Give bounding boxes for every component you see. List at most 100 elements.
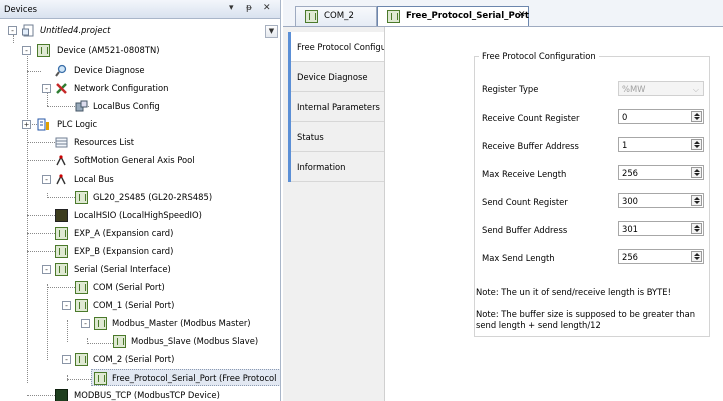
- tree-node-exp-a[interactable]: EXP_A (Expansion card): [0, 225, 280, 242]
- local-bus-icon: [55, 173, 68, 186]
- device-icon: [55, 245, 68, 258]
- tree-node-label: SoftMotion General Axis Pool: [74, 155, 195, 165]
- project-icon: [22, 24, 35, 37]
- send-count-register-field[interactable]: 300: [618, 193, 704, 208]
- tree-node-modbus-slave[interactable]: Modbus_Slave (Modbus Slave): [0, 333, 280, 350]
- max-send-length-field[interactable]: 256: [618, 249, 704, 264]
- tree-node-project[interactable]: - Untitled4.project: [0, 22, 280, 39]
- tree-node-softmotion-axis-pool[interactable]: SoftMotion General Axis Pool: [0, 152, 280, 169]
- tree-node-exp-b[interactable]: EXP_B (Expansion card): [0, 243, 280, 260]
- collapse-icon[interactable]: -: [42, 265, 51, 274]
- devices-pane-title: Devices: [4, 4, 38, 14]
- tree-node-label: EXP_A (Expansion card): [74, 228, 174, 238]
- receive-buffer-address-field[interactable]: 1: [618, 137, 704, 152]
- network-config-icon: [55, 82, 68, 95]
- pane-menu-icon[interactable]: ▾: [229, 3, 234, 13]
- tab-free-protocol-serial-port[interactable]: Free_Protocol_Serial_Port ✕: [377, 6, 529, 27]
- tree-node-label: MODBUS_TCP (ModbusTCP Device): [74, 390, 220, 400]
- tree-node-device-diagnose[interactable]: Device Diagnose: [0, 62, 280, 79]
- tree-node-plc-logic[interactable]: + PLC Logic: [0, 116, 280, 133]
- tree-node-network-configuration[interactable]: - Network Configuration: [0, 80, 280, 97]
- nav-internal-parameters[interactable]: Internal Parameters: [291, 92, 385, 122]
- tree-node-label: COM_2 (Serial Port): [93, 354, 175, 364]
- close-tab-icon[interactable]: ✕: [518, 10, 526, 20]
- resources-list-icon: [55, 136, 68, 149]
- pin-icon[interactable]: ᵽ: [246, 3, 252, 13]
- nav-status[interactable]: Status: [291, 122, 385, 152]
- collapse-icon[interactable]: -: [62, 301, 71, 310]
- plc-logic-icon: [37, 118, 50, 131]
- tree-node-label: Device (AM521-0808TN): [57, 45, 160, 55]
- tree-node-label: Modbus_Master (Modbus Master): [112, 318, 251, 328]
- send-buffer-address-field[interactable]: 301: [618, 221, 704, 236]
- field-value: 0: [622, 112, 628, 122]
- tab-label: COM_2: [324, 11, 354, 21]
- nav-information[interactable]: Information: [291, 152, 385, 182]
- tree-node-com[interactable]: COM (Serial Port): [0, 279, 280, 296]
- send-buffer-address-label: Send Buffer Address: [482, 225, 568, 235]
- tree-node-com-1[interactable]: - COM_1 (Serial Port): [0, 297, 280, 314]
- field-value: 301: [622, 224, 638, 234]
- tree-node-label: PLC Logic: [57, 119, 98, 129]
- tree-node-label: COM_1 (Serial Port): [93, 300, 175, 310]
- field-value: 256: [622, 168, 638, 178]
- field-value: 256: [622, 252, 638, 262]
- expand-icon[interactable]: +: [22, 120, 31, 129]
- localbus-config-icon: [75, 100, 88, 113]
- spinner-icon[interactable]: [691, 223, 702, 234]
- device-icon: [75, 191, 88, 204]
- device-icon: [75, 353, 88, 366]
- nav-device-diagnose[interactable]: Device Diagnose: [291, 62, 385, 92]
- buffer-size-note-line1: Note: The buffer size is supposed to be …: [476, 309, 696, 319]
- field-value: 300: [622, 196, 638, 206]
- device-tree[interactable]: - Untitled4.project - Device (AM521-0808…: [0, 22, 280, 401]
- tree-node-local-bus[interactable]: - Local Bus: [0, 171, 280, 188]
- spinner-icon[interactable]: [691, 111, 702, 122]
- max-receive-length-field[interactable]: 256: [618, 165, 704, 180]
- tree-node-label: LocalHSIO (LocalHighSpeedIO): [74, 210, 202, 220]
- collapse-icon[interactable]: -: [42, 84, 51, 93]
- editor-nav: Free Protocol Configuration Device Diagn…: [288, 32, 411, 182]
- tree-node-label: Serial (Serial Interface): [74, 264, 171, 274]
- register-type-label: Register Type: [482, 84, 539, 94]
- tab-com-2[interactable]: COM_2: [295, 6, 377, 26]
- nav-label: Internal Parameters: [297, 102, 380, 112]
- collapse-icon[interactable]: -: [8, 26, 17, 35]
- tab-label: Free_Protocol_Serial_Port: [406, 11, 529, 21]
- tree-node-label: Network Configuration: [74, 83, 169, 93]
- register-type-select[interactable]: %MW ⌵: [618, 81, 704, 96]
- spinner-icon[interactable]: [691, 195, 702, 206]
- tree-node-modbus-tcp[interactable]: MODBUS_TCP (ModbusTCP Device): [0, 387, 280, 401]
- tree-node-device[interactable]: - Device (AM521-0808TN): [0, 42, 280, 59]
- collapse-icon[interactable]: -: [22, 46, 31, 55]
- tree-node-localbus-config[interactable]: LocalBus Config: [0, 98, 280, 115]
- tree-node-label: Resources List: [74, 137, 135, 147]
- device-icon: [37, 44, 50, 57]
- tree-node-com-2[interactable]: - COM_2 (Serial Port): [0, 351, 280, 368]
- receive-buffer-address-label: Receive Buffer Address: [482, 141, 579, 151]
- tree-scroll-down-button[interactable]: ▼: [265, 25, 278, 38]
- device-icon: [113, 335, 126, 348]
- tree-node-free-protocol-serial-port[interactable]: Free_Protocol_Serial_Port (Free Protocol: [91, 369, 280, 386]
- tree-node-resources-list[interactable]: Resources List: [0, 134, 280, 151]
- collapse-icon[interactable]: -: [81, 319, 90, 328]
- collapse-icon[interactable]: -: [62, 355, 71, 364]
- max-receive-length-label: Max Receive Length: [482, 169, 567, 179]
- spinner-icon[interactable]: [691, 167, 702, 178]
- tree-node-localhsio[interactable]: LocalHSIO (LocalHighSpeedIO): [0, 207, 280, 224]
- field-value: 1: [622, 140, 628, 150]
- nav-free-protocol-configuration[interactable]: Free Protocol Configuration: [291, 32, 411, 62]
- receive-count-register-field[interactable]: 0: [618, 109, 704, 124]
- device-icon: [75, 281, 88, 294]
- tree-node-gl20-2s485[interactable]: GL20_2S485 (GL20-2RS485): [0, 189, 280, 206]
- tree-node-label: Untitled4.project: [40, 25, 111, 35]
- nav-label: Status: [297, 132, 324, 142]
- tree-node-serial[interactable]: - Serial (Serial Interface): [0, 261, 280, 278]
- spinner-icon[interactable]: [691, 251, 702, 262]
- tree-node-modbus-master[interactable]: - Modbus_Master (Modbus Master): [0, 315, 280, 332]
- spinner-icon[interactable]: [691, 139, 702, 150]
- editor-tab-strip: COM_2 Free_Protocol_Serial_Port ✕: [283, 0, 723, 27]
- close-pane-icon[interactable]: ✕: [263, 3, 271, 13]
- devices-pane: Devices ▾ ᵽ ✕ - Untitled4.project - Devi…: [0, 0, 281, 401]
- collapse-icon[interactable]: -: [42, 175, 51, 184]
